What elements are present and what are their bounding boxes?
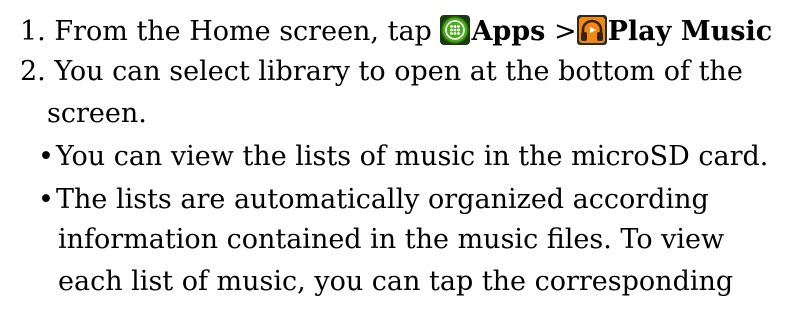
bullet-item-2-line-1: •The lists are automatically organized a… <box>38 182 709 218</box>
bullet-item-1: •You can view the lists of music in the … <box>38 139 768 175</box>
step-1-text: From the Home screen, tap <box>54 16 432 47</box>
bullet-symbol: • <box>38 184 54 215</box>
apps-grid-icon <box>440 15 471 45</box>
menu-separator: > <box>553 16 577 47</box>
bullet-item-1-text: You can view the lists of music in the m… <box>56 141 769 172</box>
bullet-item-2-text-3: each list of music, you can tap the corr… <box>58 266 734 297</box>
step-2-line-1: 2. You can select library to open at the… <box>20 54 743 90</box>
instruction-document: 1. From the Home screen, tap Apps > Play… <box>0 0 809 310</box>
bullet-symbol: • <box>38 141 54 172</box>
bullet-item-2-text-2: information contained in the music files… <box>58 224 725 255</box>
headphones-icon <box>576 15 607 45</box>
step-1-number: 1. <box>20 16 46 47</box>
step-1: 1. From the Home screen, tap Apps > Play… <box>20 14 772 50</box>
play-music-label: Play Music <box>607 16 773 47</box>
step-2-text-2: screen. <box>47 98 147 129</box>
step-2-text-1: You can select library to open at the bo… <box>54 56 743 87</box>
apps-label: Apps <box>471 16 546 47</box>
bullet-item-2-line-2: information contained in the music files… <box>58 222 724 258</box>
bullet-item-2-text-1: The lists are automatically organized ac… <box>56 184 709 215</box>
bullet-item-2-line-3: each list of music, you can tap the corr… <box>58 264 733 300</box>
step-2-number: 2. <box>20 56 46 87</box>
step-2-line-2: screen. <box>47 96 147 132</box>
